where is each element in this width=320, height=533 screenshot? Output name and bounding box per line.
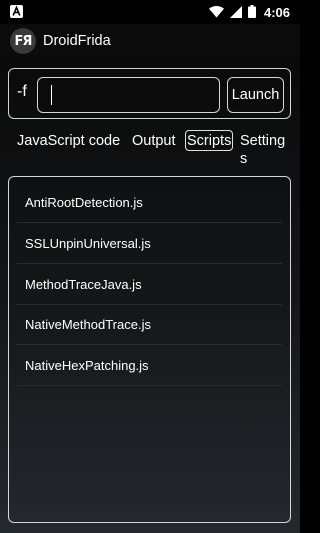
list-item[interactable]: SSLUnpinUniversal.js: [17, 224, 282, 264]
list-item[interactable]: NativeMethodTrace.js: [17, 305, 282, 345]
a-app-icon: [10, 3, 23, 22]
content-area: -f Launch JavaScript code Output Scripts…: [0, 58, 300, 533]
flag-label: -f: [17, 83, 27, 100]
status-left: [10, 3, 23, 22]
wifi-icon: [208, 3, 224, 22]
app-title: DroidFrida: [43, 33, 111, 49]
status-time: 4:06: [263, 4, 290, 20]
screen: 4:06 FЯ DroidFrida -f Launch JavaScript …: [0, 0, 300, 533]
list-item[interactable]: MethodTraceJava.js: [17, 265, 282, 305]
launch-panel: -f Launch: [8, 68, 291, 119]
tab-javascript-code[interactable]: JavaScript code: [17, 132, 120, 150]
script-input[interactable]: [37, 77, 220, 113]
scripts-list: AntiRootDetection.js SSLUnpinUniversal.j…: [8, 176, 291, 523]
battery-icon: [247, 3, 256, 22]
status-bar: 4:06: [0, 0, 300, 24]
text-caret: [51, 85, 52, 105]
status-right: 4:06: [208, 3, 290, 22]
list-item[interactable]: NativeHexPatching.js: [17, 346, 282, 386]
list-item[interactable]: AntiRootDetection.js: [17, 183, 282, 223]
tab-output[interactable]: Output: [132, 132, 176, 150]
signal-icon: [229, 3, 242, 22]
app-logo: FЯ: [10, 28, 36, 54]
launch-button[interactable]: Launch: [227, 77, 284, 113]
app-bar: FЯ DroidFrida: [0, 24, 300, 58]
tab-settings[interactable]: Settings: [240, 132, 290, 168]
tab-scripts[interactable]: Scripts: [185, 130, 234, 151]
